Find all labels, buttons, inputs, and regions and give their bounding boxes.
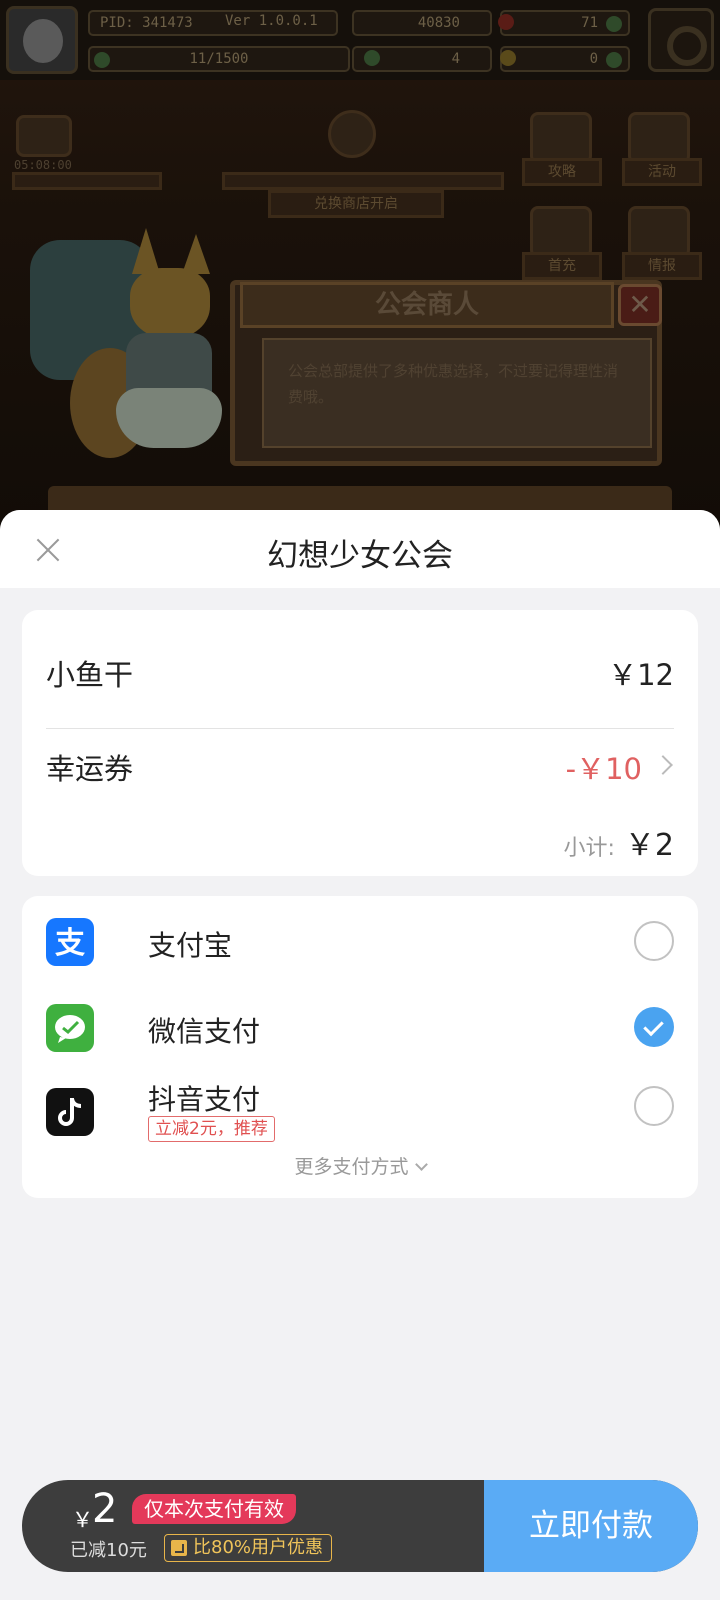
key-icon [500, 50, 516, 66]
dialog-text: 公会总部提供了多种优惠选择，不过要记得理性消费哦。 [262, 338, 652, 448]
more-payment-methods[interactable]: 更多支付方式 [22, 1152, 698, 1179]
subtotal-value: ￥2 [624, 828, 674, 863]
total-amount: 2 [92, 1486, 118, 1532]
trend-down-icon [171, 1540, 187, 1556]
sheet-header: 幻想少女公会 [0, 510, 720, 588]
more-payment-label: 更多支付方式 [294, 1156, 409, 1178]
divider [46, 728, 674, 729]
dialog-close-icon: ✕ [618, 284, 662, 326]
coupon-label: 幸运券 [46, 752, 134, 786]
timer-bar [12, 172, 162, 190]
gem-icon [498, 14, 514, 30]
clover-icon [364, 50, 380, 66]
payment-label: 微信支付 [148, 1015, 261, 1048]
fox-merchant-character [70, 228, 240, 478]
sheet-title: 幻想少女公会 [267, 538, 453, 574]
product-price: ￥12 [608, 658, 674, 692]
saved-amount: 已减10元 [70, 1540, 147, 1561]
event-timer: 05:08:00 [14, 158, 72, 172]
payment-methods-card: 支 支付宝 微信支付 抖音支付 立减2元，推荐 更多支付方式 [22, 896, 698, 1198]
plus-icon [606, 16, 622, 32]
payment-sheet: 幻想少女公会 小鱼干 ￥12 幸运券 -￥10 小计: ￥2 支 支付宝 微信支… [0, 510, 720, 1600]
game-hud: PID: 341473 Ver 1.0.0.1 11/1500 40830 71… [0, 0, 720, 80]
shop-open-banner: 兑换商店开启 [268, 190, 444, 218]
compare-badge: 比80%用户优惠 [164, 1534, 333, 1562]
event-balloon-icon [628, 112, 690, 164]
plus-icon [606, 52, 622, 68]
currency-symbol: ￥ [72, 1508, 93, 1532]
valid-once-badge: 仅本次支付有效 [132, 1494, 296, 1524]
coin-counter: 40830 [352, 10, 492, 36]
progress-rail [222, 172, 504, 190]
compare-text: 比80%用户优惠 [193, 1537, 324, 1558]
guide-button: 攻略 [522, 158, 602, 186]
payment-option-alipay[interactable]: 支 支付宝 [46, 918, 674, 968]
payment-label: 抖音支付 [148, 1083, 261, 1116]
exp-bar: 11/1500 [88, 46, 350, 72]
settings-gear-icon [648, 8, 714, 72]
guide-icon [530, 112, 592, 164]
payment-option-douyin[interactable]: 抖音支付 立减2元，推荐 [46, 1078, 674, 1142]
first-charge-button: 首充 [522, 252, 602, 280]
payment-option-wechat[interactable]: 微信支付 [46, 1004, 674, 1054]
pay-now-button[interactable]: 立即付款 [484, 1480, 698, 1572]
game-version: Ver 1.0.0.1 [225, 13, 318, 29]
radio-button-checked[interactable] [634, 1007, 674, 1047]
checkout-summary: ￥ 2 仅本次支付有效 已减10元 比80%用户优惠 [22, 1480, 484, 1572]
douyin-pay-icon [46, 1088, 94, 1136]
player-avatar [6, 6, 78, 74]
promo-badge: 立减2元，推荐 [148, 1116, 275, 1142]
event-button: 活动 [622, 158, 702, 186]
payment-label: 支付宝 [148, 929, 233, 962]
first-charge-icon [530, 206, 592, 258]
level-icon [94, 52, 110, 68]
dialog-title: 公会商人 [240, 282, 614, 328]
subtotal-row: 小计: ￥2 [46, 820, 674, 864]
wechat-pay-icon [46, 1004, 94, 1052]
event-chest-icon [16, 115, 72, 157]
checkout-bar: ￥ 2 仅本次支付有效 已减10元 比80%用户优惠 立即付款 [22, 1480, 698, 1572]
radio-button[interactable] [634, 1086, 674, 1126]
svg-text:支: 支 [55, 926, 85, 961]
intel-button: 情报 [622, 252, 702, 280]
chevron-down-icon [414, 1158, 428, 1171]
coupon-row[interactable]: 幸运券 -￥10 [46, 746, 674, 788]
intel-icon [628, 206, 690, 258]
order-summary-card: 小鱼干 ￥12 幸运券 -￥10 小计: ￥2 [22, 610, 698, 876]
radio-button[interactable] [634, 921, 674, 961]
product-name: 小鱼干 [46, 658, 134, 692]
game-background: PID: 341473 Ver 1.0.0.1 11/1500 40830 71… [0, 0, 720, 540]
subtotal-label: 小计: [563, 836, 615, 861]
alipay-icon: 支 [46, 918, 94, 966]
product-row: 小鱼干 ￥12 [46, 652, 674, 694]
flower-emblem-icon [328, 110, 376, 158]
